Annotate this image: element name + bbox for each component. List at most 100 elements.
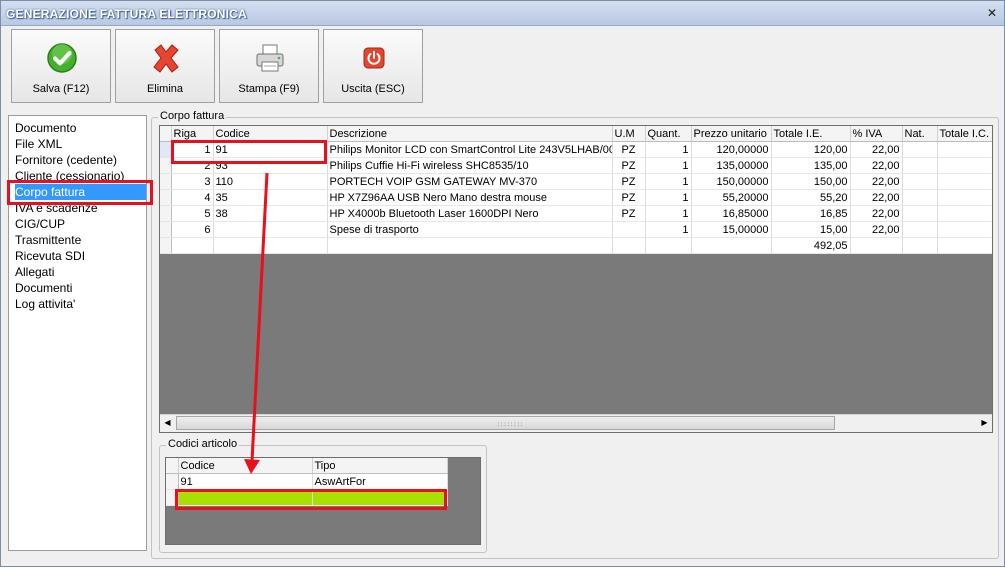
cell-totale-ie[interactable]: 16,85 bbox=[771, 205, 851, 222]
cell-quant[interactable]: 1 bbox=[645, 173, 692, 190]
table-row[interactable]: 4 35 HP X7Z96AA USB Nero Mano destra mou… bbox=[160, 189, 992, 206]
header-totale-ie[interactable]: Totale I.E. bbox=[771, 126, 851, 142]
cell-codice[interactable]: 91 bbox=[178, 473, 313, 490]
header-descrizione[interactable]: Descrizione bbox=[327, 126, 613, 142]
cell-totale-ie[interactable]: 55,20 bbox=[771, 189, 851, 206]
cell-totale-ic[interactable]: 18 bbox=[937, 173, 992, 190]
cell-quant[interactable]: 1 bbox=[645, 141, 692, 158]
cell-nat[interactable] bbox=[902, 141, 938, 158]
cell-quant[interactable]: 1 bbox=[645, 189, 692, 206]
header-tipo[interactable]: Tipo bbox=[312, 458, 448, 474]
sidebar-item-cig-cup[interactable]: CIG/CUP bbox=[15, 216, 65, 232]
cell-iva[interactable]: 22,00 bbox=[850, 205, 903, 222]
sidebar-item-allegati[interactable]: Allegati bbox=[15, 264, 54, 280]
sidebar-item-ricevuta-sdi[interactable]: Ricevuta SDI bbox=[15, 248, 85, 264]
totals-empty bbox=[171, 237, 214, 254]
power-icon bbox=[363, 47, 385, 69]
cell-riga[interactable]: 3 bbox=[171, 173, 214, 190]
cell-quant[interactable]: 1 bbox=[645, 221, 692, 238]
cell-totale-ic[interactable]: 1 bbox=[937, 221, 992, 238]
cell-totale-ic[interactable]: 16 bbox=[937, 157, 992, 174]
cell-totale-ic[interactable]: 6 bbox=[937, 189, 992, 206]
cell-riga[interactable]: 5 bbox=[171, 205, 214, 222]
cell-prezzo[interactable]: 120,00000 bbox=[691, 141, 772, 158]
check-icon bbox=[47, 43, 77, 73]
cell-descrizione[interactable]: Philips Cuffie Hi-Fi wireless SHC8535/10 bbox=[327, 157, 613, 174]
cell-descrizione[interactable]: Philips Monitor LCD con SmartControl Lit… bbox=[327, 141, 613, 158]
delete-button[interactable]: Elimina bbox=[115, 29, 215, 103]
corpo-fattura-grid[interactable]: Riga Codice Descrizione U.M Quant. Prezz… bbox=[159, 125, 993, 433]
cell-totale-ic[interactable]: 2 bbox=[937, 205, 992, 222]
cell-quant[interactable]: 1 bbox=[645, 157, 692, 174]
sidebar-item-fornitore[interactable]: Fornitore (cedente) bbox=[15, 152, 117, 168]
horizontal-scrollbar[interactable]: ◀ :::::::: ▶ bbox=[160, 414, 992, 432]
cell-riga[interactable]: 6 bbox=[171, 221, 214, 238]
cell-totale-ie[interactable]: 135,00 bbox=[771, 157, 851, 174]
cell-prezzo[interactable]: 150,00000 bbox=[691, 173, 772, 190]
cell-descrizione[interactable]: Spese di trasporto bbox=[327, 221, 613, 238]
cell-prezzo[interactable]: 16,85000 bbox=[691, 205, 772, 222]
sidebar-item-log-attivita[interactable]: Log attivita' bbox=[15, 296, 75, 312]
cell-prezzo[interactable]: 15,00000 bbox=[691, 221, 772, 238]
cell-iva[interactable]: 22,00 bbox=[850, 173, 903, 190]
table-row[interactable]: 91 AswArtFor bbox=[166, 473, 448, 490]
print-button[interactable]: Stampa (F9) bbox=[219, 29, 319, 103]
cell-quant[interactable]: 1 bbox=[645, 205, 692, 222]
cell-iva[interactable]: 22,00 bbox=[850, 157, 903, 174]
cell-um[interactable]: PZ bbox=[612, 173, 646, 190]
delete-label: Elimina bbox=[146, 83, 184, 95]
cell-totale-ie[interactable]: 150,00 bbox=[771, 173, 851, 190]
cell-codice[interactable]: 110 bbox=[213, 173, 328, 190]
header-prezzo[interactable]: Prezzo unitario bbox=[691, 126, 772, 142]
sidebar-item-file-xml[interactable]: File XML bbox=[15, 136, 62, 152]
cell-prezzo[interactable]: 55,20000 bbox=[691, 189, 772, 206]
cell-um[interactable]: PZ bbox=[612, 141, 646, 158]
header-totale-ic[interactable]: Totale I.C. bbox=[937, 126, 992, 142]
scroll-thumb[interactable]: :::::::: bbox=[176, 416, 835, 430]
cell-prezzo[interactable]: 135,00000 bbox=[691, 157, 772, 174]
sidebar-item-trasmittente[interactable]: Trasmittente bbox=[15, 232, 81, 248]
header-nat[interactable]: Nat. bbox=[902, 126, 938, 142]
title-bar: GENERAZIONE FATTURA ELETTRONICA ✕ bbox=[1, 1, 1004, 26]
cell-codice[interactable] bbox=[213, 221, 328, 238]
cell-totale-ic[interactable]: 146 bbox=[937, 141, 992, 158]
cell-descrizione[interactable]: PORTECH VOIP GSM GATEWAY MV-370 bbox=[327, 173, 613, 190]
cell-totale-ie[interactable]: 120,00 bbox=[771, 141, 851, 158]
cell-nat[interactable] bbox=[902, 189, 938, 206]
sidebar-item-documento[interactable]: Documento bbox=[15, 120, 76, 136]
cell-tipo[interactable]: AswArtFor bbox=[312, 473, 448, 490]
cell-codice[interactable]: 38 bbox=[213, 205, 328, 222]
table-row[interactable]: 3 110 PORTECH VOIP GSM GATEWAY MV-370 PZ… bbox=[160, 173, 992, 190]
cell-um[interactable]: PZ bbox=[612, 157, 646, 174]
sidebar-item-documenti[interactable]: Documenti bbox=[15, 280, 72, 296]
cell-nat[interactable] bbox=[902, 221, 938, 238]
cell-codice[interactable]: 35 bbox=[213, 189, 328, 206]
window: GENERAZIONE FATTURA ELETTRONICA ✕ Salva … bbox=[0, 0, 1005, 567]
cell-totale-ie[interactable]: 15,00 bbox=[771, 221, 851, 238]
cell-iva[interactable]: 22,00 bbox=[850, 221, 903, 238]
header-codice[interactable]: Codice bbox=[178, 458, 313, 474]
header-um[interactable]: U.M bbox=[612, 126, 646, 142]
cell-nat[interactable] bbox=[902, 173, 938, 190]
cell-iva[interactable]: 22,00 bbox=[850, 141, 903, 158]
save-button[interactable]: Salva (F12) bbox=[11, 29, 111, 103]
exit-button[interactable]: Uscita (ESC) bbox=[323, 29, 423, 103]
cell-um[interactable]: PZ bbox=[612, 205, 646, 222]
table-row[interactable]: 6 Spese di trasporto 1 15,00000 15,00 22… bbox=[160, 221, 992, 238]
cell-iva[interactable]: 22,00 bbox=[850, 189, 903, 206]
cell-nat[interactable] bbox=[902, 205, 938, 222]
header-iva[interactable]: % IVA bbox=[850, 126, 903, 142]
table-row[interactable]: 5 38 HP X4000b Bluetooth Laser 1600DPI N… bbox=[160, 205, 992, 222]
cell-riga[interactable]: 4 bbox=[171, 189, 214, 206]
cell-um[interactable] bbox=[612, 221, 646, 238]
scroll-right-icon[interactable]: ▶ bbox=[977, 416, 992, 430]
header-quant[interactable]: Quant. bbox=[645, 126, 692, 142]
totals-empty bbox=[691, 237, 772, 254]
cell-um[interactable]: PZ bbox=[612, 189, 646, 206]
cell-nat[interactable] bbox=[902, 157, 938, 174]
totals-empty bbox=[850, 237, 903, 254]
cell-descrizione[interactable]: HP X7Z96AA USB Nero Mano destra mouse bbox=[327, 189, 613, 206]
close-icon[interactable]: ✕ bbox=[984, 6, 1000, 20]
cell-descrizione[interactable]: HP X4000b Bluetooth Laser 1600DPI Nero bbox=[327, 205, 613, 222]
scroll-left-icon[interactable]: ◀ bbox=[160, 416, 175, 430]
